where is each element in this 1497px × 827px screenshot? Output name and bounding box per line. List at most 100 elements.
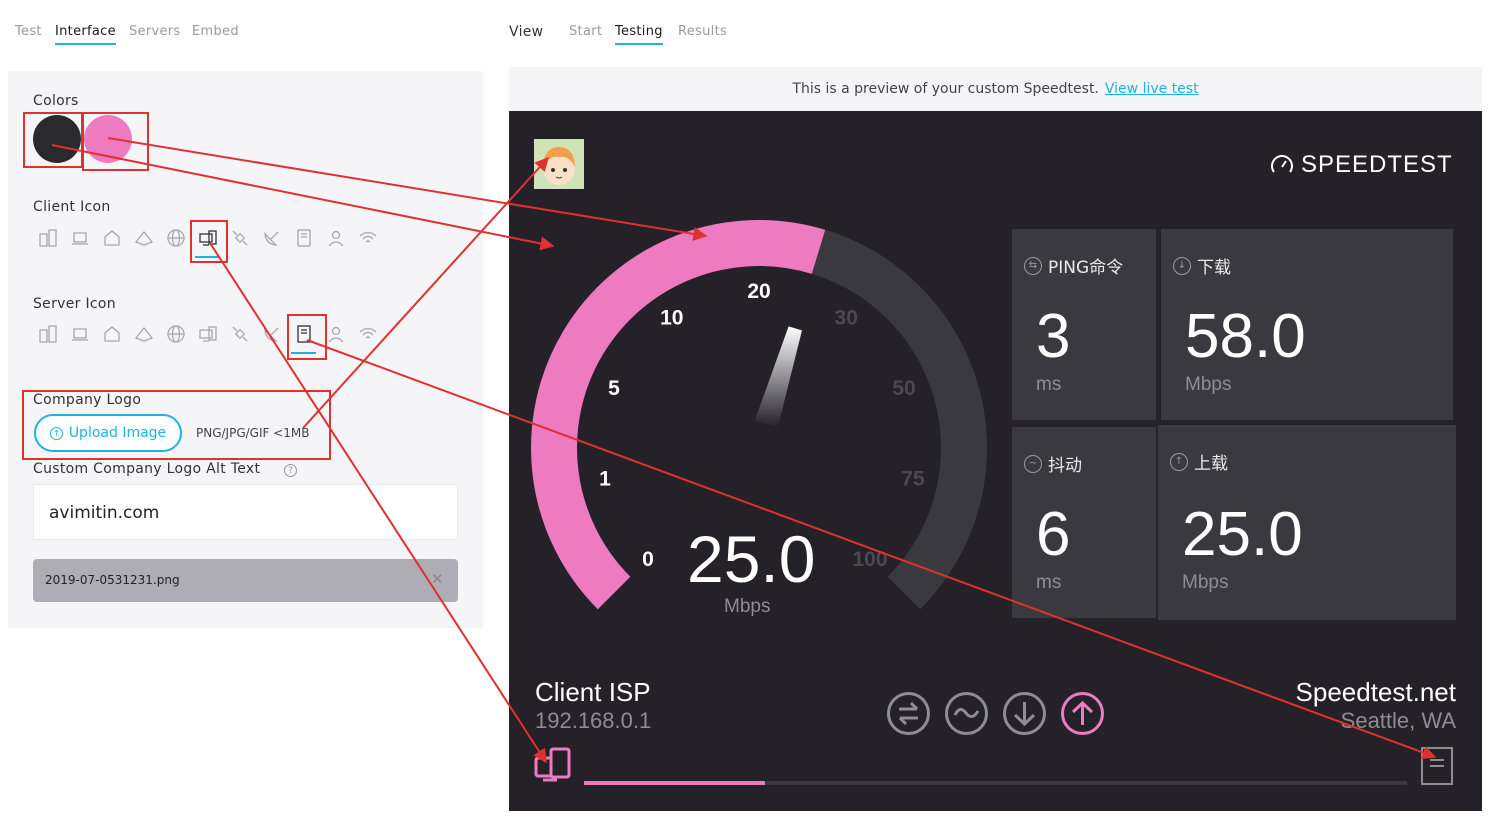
jitter-box: ~ 抖动 6 ms bbox=[1012, 427, 1156, 618]
annotation-box-server-icon bbox=[287, 314, 327, 360]
jitter-title: ~ 抖动 bbox=[1024, 451, 1082, 476]
home-icon[interactable] bbox=[99, 321, 124, 346]
satellite-icon[interactable] bbox=[227, 321, 252, 346]
server-location: Seattle, WA bbox=[1340, 708, 1456, 733]
ping-stage-icon bbox=[887, 692, 930, 735]
gauge-tick-label: 20 bbox=[747, 280, 770, 303]
devices-icon[interactable] bbox=[35, 321, 60, 346]
home-icon[interactable] bbox=[99, 225, 124, 250]
client-device-icon bbox=[534, 747, 571, 782]
upload-title: ↑ 上载 bbox=[1170, 449, 1228, 474]
upload-stat-icon: ↑ bbox=[1170, 452, 1188, 471]
gauge-tick-label: 10 bbox=[660, 306, 683, 329]
ping-value: 3 bbox=[1036, 302, 1071, 371]
speed-gauge: 0 1 5 10 20 30 50 75 100 bbox=[531, 220, 987, 610]
speedtest-preview: SPEEDTEST 0 1 5 10 20 30 50 75 100 25.0 Mbps ⇆ PI… bbox=[509, 111, 1482, 811]
colors-label: Colors bbox=[33, 93, 79, 109]
ping-unit: ms bbox=[1036, 374, 1062, 395]
satellite-icon[interactable] bbox=[227, 225, 252, 250]
client-icon-label: Client Icon bbox=[33, 199, 111, 215]
alt-text-value: avimitin.com bbox=[49, 503, 160, 523]
brand-name: SPEEDTEST bbox=[1301, 151, 1453, 178]
tab-servers[interactable]: Servers bbox=[129, 24, 181, 39]
globe-icon[interactable] bbox=[163, 321, 188, 346]
download-icon: ↓ bbox=[1173, 256, 1191, 275]
person-icon[interactable] bbox=[323, 225, 348, 250]
file-name: 2019-07-0531231.png bbox=[45, 573, 180, 587]
dish-icon[interactable] bbox=[259, 321, 284, 346]
gauge-tick-label: 75 bbox=[901, 468, 925, 491]
progress-track bbox=[584, 781, 1407, 785]
annotation-box-accent-color bbox=[82, 112, 149, 171]
speedometer-icon bbox=[1271, 155, 1293, 173]
gauge-tick-label: 5 bbox=[608, 377, 620, 400]
upload-unit: Mbps bbox=[1182, 572, 1229, 593]
download-stage-icon bbox=[1003, 692, 1046, 735]
jitter-stage-icon bbox=[945, 692, 988, 735]
tent-icon[interactable] bbox=[131, 321, 156, 346]
server-device-icon bbox=[1421, 747, 1453, 785]
tab-interface[interactable]: Interface bbox=[55, 24, 116, 45]
gauge-tick-label: 30 bbox=[835, 306, 858, 329]
laptop-icon[interactable] bbox=[67, 321, 92, 346]
tab-start[interactable]: Start bbox=[569, 24, 602, 39]
progress-fill bbox=[584, 781, 766, 785]
gauge-tick-label: 0 bbox=[642, 548, 654, 571]
download-label: 下载 bbox=[1197, 258, 1231, 278]
tab-results[interactable]: Results bbox=[678, 24, 727, 39]
annotation-box-client-icon bbox=[190, 220, 228, 263]
uploaded-file-chip: 2019-07-0531231.png ✕ bbox=[33, 559, 458, 602]
upload-box: ↑ 上载 25.0 Mbps bbox=[1158, 425, 1456, 620]
jitter-label: 抖动 bbox=[1048, 456, 1082, 476]
annotation-box-company-logo bbox=[22, 390, 331, 460]
desktop-laptop-icon[interactable] bbox=[195, 321, 220, 346]
download-box: ↓ 下载 58.0 Mbps bbox=[1161, 229, 1453, 420]
wifi-icon[interactable] bbox=[355, 225, 380, 250]
gauge-value: 25.0 bbox=[687, 522, 816, 596]
gauge-tick-label: 1 bbox=[599, 468, 611, 491]
client-isp: Client ISP bbox=[535, 677, 651, 707]
view-label: View bbox=[509, 24, 544, 40]
preview-text: This is a preview of your custom Speedte… bbox=[792, 81, 1099, 97]
ping-box: ⇆ PING命令 3 ms bbox=[1012, 229, 1156, 420]
annotation-box-primary-color bbox=[23, 112, 83, 168]
download-title: ↓ 下载 bbox=[1173, 253, 1231, 278]
tab-test[interactable]: Test bbox=[15, 24, 42, 39]
wifi-icon[interactable] bbox=[355, 321, 380, 346]
gauge-unit: Mbps bbox=[724, 596, 771, 617]
preview-banner: This is a preview of your custom Speedte… bbox=[509, 67, 1482, 111]
ping-icon: ⇆ bbox=[1024, 256, 1042, 275]
jitter-value: 6 bbox=[1036, 500, 1071, 569]
jitter-icon: ~ bbox=[1024, 454, 1042, 473]
document-icon[interactable] bbox=[291, 225, 316, 250]
tab-testing[interactable]: Testing bbox=[615, 24, 663, 45]
devices-icon[interactable] bbox=[35, 225, 60, 250]
jitter-unit: ms bbox=[1036, 572, 1062, 593]
test-stage-icons bbox=[886, 691, 1105, 736]
globe-icon[interactable] bbox=[163, 225, 188, 250]
upload-stage-icon bbox=[1061, 692, 1104, 735]
server-name: Speedtest.net bbox=[1295, 677, 1456, 707]
download-unit: Mbps bbox=[1185, 374, 1232, 395]
ping-title: ⇆ PING命令 bbox=[1024, 253, 1123, 278]
tent-icon[interactable] bbox=[131, 225, 156, 250]
company-logo-image bbox=[534, 139, 584, 189]
server-icon-label: Server Icon bbox=[33, 296, 116, 312]
gauge-tick-label: 100 bbox=[852, 548, 887, 571]
remove-file-icon[interactable]: ✕ bbox=[431, 570, 444, 588]
laptop-icon[interactable] bbox=[67, 225, 92, 250]
gauge-needle bbox=[754, 326, 802, 428]
alt-text-input[interactable]: avimitin.com bbox=[33, 484, 458, 540]
gauge-tick-label: 50 bbox=[892, 377, 915, 400]
speedtest-brand: SPEEDTEST bbox=[1269, 151, 1453, 179]
tab-embed[interactable]: Embed bbox=[192, 24, 239, 39]
download-value: 58.0 bbox=[1185, 302, 1306, 371]
ping-label: PING命令 bbox=[1048, 258, 1124, 278]
alt-text-label: Custom Company Logo Alt Text bbox=[33, 461, 261, 477]
view-live-test-link[interactable]: View live test bbox=[1105, 81, 1199, 97]
server-icon-picker bbox=[35, 321, 380, 354]
dish-icon[interactable] bbox=[259, 225, 284, 250]
help-icon[interactable]: ? bbox=[284, 464, 297, 477]
upload-value: 25.0 bbox=[1182, 500, 1303, 569]
client-ip: 192.168.0.1 bbox=[535, 708, 652, 733]
